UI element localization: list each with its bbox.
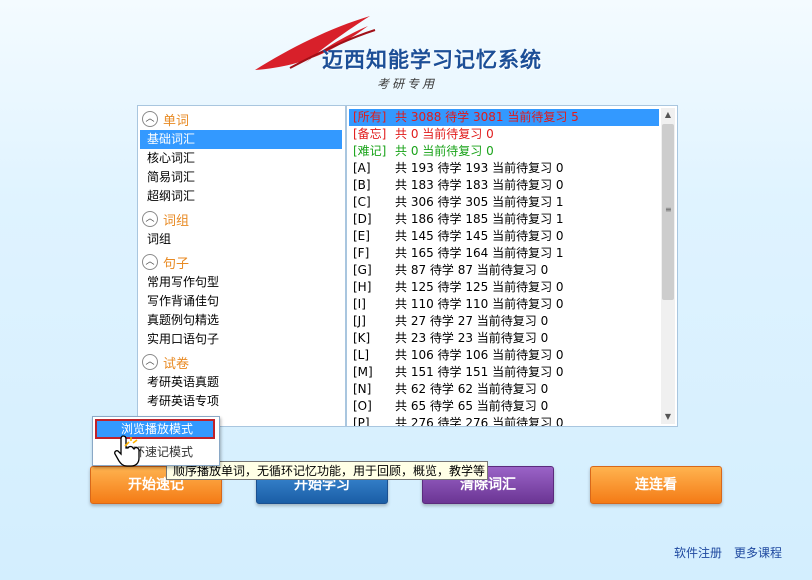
stats-row-text: 共 87 待学 87 当前待复习 0 xyxy=(395,263,549,277)
stats-row[interactable]: [备忘] 共 0 当前待复习 0 xyxy=(349,126,659,143)
stats-row-tag: [I] xyxy=(353,297,366,311)
chevron-up-icon[interactable]: ︿ xyxy=(142,254,158,270)
list-item-writing-sentences[interactable]: 写作背诵佳句 xyxy=(140,292,342,311)
more-courses-link[interactable]: 更多课程 xyxy=(734,544,782,561)
stats-row[interactable]: [E] 共 145 待学 145 当前待复习 0 xyxy=(349,228,659,245)
scroll-thumb[interactable]: ≡ xyxy=(662,124,674,300)
stats-row-tag: [A] xyxy=(353,161,371,175)
list-item-oral-sentences[interactable]: 实用口语句子 xyxy=(140,330,342,349)
stats-row-text: 共 125 待学 125 当前待复习 0 xyxy=(395,280,564,294)
stats-row-tag: [L] xyxy=(353,348,370,362)
list-item-beyond-vocab[interactable]: 超纲词汇 xyxy=(140,187,342,206)
stats-row-text: 共 106 待学 106 当前待复习 0 xyxy=(395,348,564,362)
scrollbar[interactable]: ▲ ≡ ▼ xyxy=(661,108,675,424)
list-item-writing-patterns[interactable]: 常用写作句型 xyxy=(140,273,342,292)
stats-row[interactable]: [D] 共 186 待学 185 当前待复习 1 xyxy=(349,211,659,228)
stats-row[interactable]: [O] 共 65 待学 65 当前待复习 0 xyxy=(349,398,659,415)
list-item-exam-examples[interactable]: 真题例句精选 xyxy=(140,311,342,330)
stats-list: [所有] 共 3088 待学 3081 当前待复习 5 [备忘] 共 0 当前待复习 … xyxy=(346,105,678,427)
stats-row[interactable]: [P] 共 276 待学 276 当前待复习 0 xyxy=(349,415,659,427)
stats-row-text: 共 3088 待学 3081 当前待复习 5 xyxy=(395,110,579,124)
stats-row-text: 共 186 待学 185 当前待复习 1 xyxy=(395,212,564,226)
stats-row[interactable]: [K] 共 23 待学 23 当前待复习 0 xyxy=(349,330,659,347)
stats-row-text: 共 27 待学 27 当前待复习 0 xyxy=(395,314,549,328)
link-view-button[interactable]: 连连看 xyxy=(590,466,722,504)
stats-row-text: 共 23 待学 23 当前待复习 0 xyxy=(395,331,549,345)
stats-row[interactable]: [L] 共 106 待学 106 当前待复习 0 xyxy=(349,347,659,364)
category-label: 单词 xyxy=(163,113,190,129)
list-item-real-exams[interactable]: 考研英语真题 xyxy=(140,373,342,392)
scroll-down-arrow-icon[interactable]: ▼ xyxy=(661,410,675,424)
stats-row-text: 共 193 待学 193 当前待复习 0 xyxy=(395,161,564,175)
category-list: ︿ 单词 基础词汇 核心词汇 简易词汇 超纲词汇 ︿ 词组 词组 ︿ 句子 常用… xyxy=(137,105,346,427)
app-subtitle: 考研专用 xyxy=(377,77,438,91)
list-item-phrases[interactable]: 词组 xyxy=(140,230,342,249)
stats-row-tag: [B] xyxy=(353,178,371,192)
stats-row-tag: [F] xyxy=(353,246,370,260)
category-header-words[interactable]: ︿ 单词 xyxy=(138,108,345,130)
stats-row-tag: [M] xyxy=(353,365,373,379)
stats-row[interactable]: [C] 共 306 待学 305 当前待复习 1 xyxy=(349,194,659,211)
stats-row-text: 共 65 待学 65 当前待复习 0 xyxy=(395,399,549,413)
chevron-up-icon[interactable]: ︿ xyxy=(142,354,158,370)
stats-row-text: 共 145 待学 145 当前待复习 0 xyxy=(395,229,564,243)
chevron-up-icon[interactable]: ︿ xyxy=(142,111,158,127)
stats-row-tag: [难记] xyxy=(353,144,387,158)
stats-row-tag: [备忘] xyxy=(353,127,387,141)
hand-cursor-icon xyxy=(114,435,140,467)
stats-row-text: 共 0 当前待复习 0 xyxy=(395,144,494,158)
stats-row-tag: [K] xyxy=(353,331,371,345)
stats-row[interactable]: [H] 共 125 待学 125 当前待复习 0 xyxy=(349,279,659,296)
register-link[interactable]: 软件注册 xyxy=(674,544,722,561)
category-header-papers[interactable]: ︿ 试卷 xyxy=(138,351,345,373)
list-item-easy-vocab[interactable]: 简易词汇 xyxy=(140,168,342,187)
stats-row-tag: [P] xyxy=(353,416,370,427)
category-label: 试卷 xyxy=(163,356,190,372)
stats-row-tag: [N] xyxy=(353,382,372,396)
stats-row[interactable]: [I] 共 110 待学 110 当前待复习 0 xyxy=(349,296,659,313)
stats-row-tag: [C] xyxy=(353,195,371,209)
stats-row-tag: [H] xyxy=(353,280,372,294)
stats-row-text: 共 0 当前待复习 0 xyxy=(395,127,494,141)
stats-row-text: 共 165 待学 164 当前待复习 1 xyxy=(395,246,564,260)
scroll-up-arrow-icon[interactable]: ▲ xyxy=(661,108,675,122)
stats-row-tag: [J] xyxy=(353,314,366,328)
stats-row-text: 共 110 待学 110 当前待复习 0 xyxy=(395,297,564,311)
stats-row[interactable]: [F] 共 165 待学 164 当前待复习 1 xyxy=(349,245,659,262)
chevron-up-icon[interactable]: ︿ xyxy=(142,211,158,227)
mode-popup-menu: 浏览播放模式 循环速记模式 xyxy=(92,416,220,466)
app-title: 迈西知能学习记忆系统 xyxy=(322,48,542,72)
stats-row-tag: [D] xyxy=(353,212,372,226)
grip-icon: ≡ xyxy=(665,205,672,214)
list-item-basic-vocab[interactable]: 基础词汇 xyxy=(140,130,342,149)
stats-row-text: 共 276 待学 276 当前待复习 0 xyxy=(395,416,564,427)
list-item-core-vocab[interactable]: 核心词汇 xyxy=(140,149,342,168)
stats-row[interactable]: [J] 共 27 待学 27 当前待复习 0 xyxy=(349,313,659,330)
stats-row[interactable]: [M] 共 151 待学 151 当前待复习 0 xyxy=(349,364,659,381)
stats-row-tag: [O] xyxy=(353,399,372,413)
stats-row-tag: [G] xyxy=(353,263,372,277)
category-header-phrases[interactable]: ︿ 词组 xyxy=(138,208,345,230)
stats-row[interactable]: [难记] 共 0 当前待复习 0 xyxy=(349,143,659,160)
stats-row-text: 共 306 待学 305 当前待复习 1 xyxy=(395,195,564,209)
stats-row[interactable]: [N] 共 62 待学 62 当前待复习 0 xyxy=(349,381,659,398)
category-header-sentences[interactable]: ︿ 句子 xyxy=(138,251,345,273)
category-label: 词组 xyxy=(163,213,190,229)
stats-row-tag: [所有] xyxy=(353,110,387,124)
stats-row[interactable]: [所有] 共 3088 待学 3081 当前待复习 5 xyxy=(349,109,659,126)
category-label: 句子 xyxy=(163,256,190,272)
stats-row[interactable]: [G] 共 87 待学 87 当前待复习 0 xyxy=(349,262,659,279)
stats-row[interactable]: [A] 共 193 待学 193 当前待复习 0 xyxy=(349,160,659,177)
stats-row-tag: [E] xyxy=(353,229,370,243)
stats-row-text: 共 151 待学 151 当前待复习 0 xyxy=(395,365,564,379)
stats-row-text: 共 62 待学 62 当前待复习 0 xyxy=(395,382,549,396)
list-item-special-topics[interactable]: 考研英语专项 xyxy=(140,392,342,411)
stats-row[interactable]: [B] 共 183 待学 183 当前待复习 0 xyxy=(349,177,659,194)
stats-row-text: 共 183 待学 183 当前待复习 0 xyxy=(395,178,564,192)
